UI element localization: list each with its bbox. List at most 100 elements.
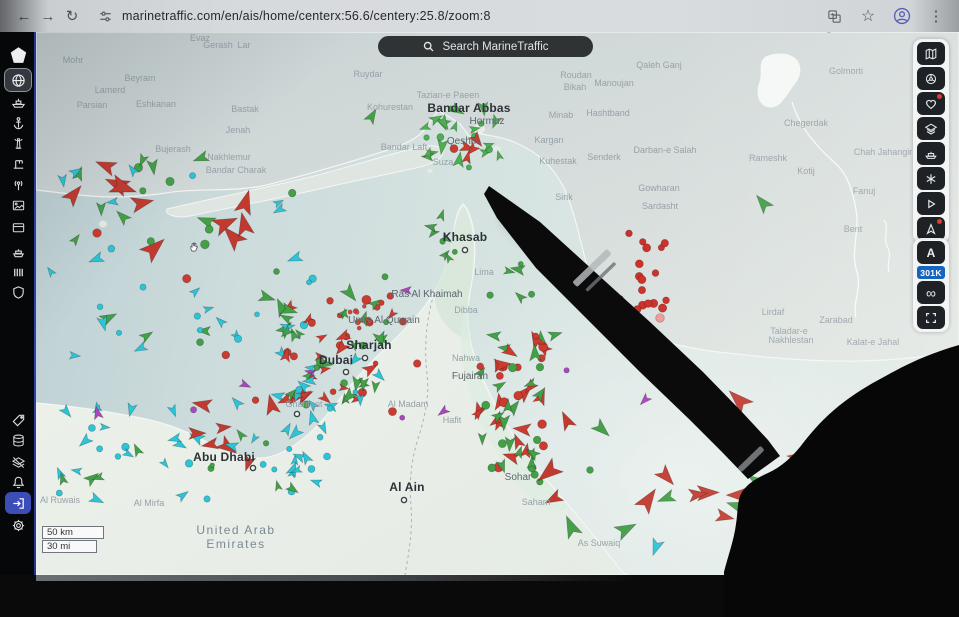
vessel-marker[interactable] — [355, 310, 359, 314]
vessel-marker[interactable] — [197, 327, 203, 333]
fullscreen-button[interactable] — [917, 306, 945, 329]
map-style-button[interactable] — [917, 42, 945, 65]
vessel-marker[interactable] — [308, 465, 315, 472]
vessel-marker[interactable] — [258, 290, 277, 305]
vessel-marker[interactable] — [866, 453, 898, 484]
vessel-marker[interactable] — [239, 379, 252, 391]
sidebar-item-port-crane-icon[interactable] — [5, 152, 31, 174]
vessel-marker[interactable] — [715, 509, 735, 525]
vessel-filters-button[interactable] — [917, 142, 945, 165]
vessel-marker[interactable] — [493, 378, 508, 392]
vessel-marker[interactable] — [93, 229, 102, 238]
vessel-marker[interactable] — [637, 393, 651, 407]
vessel-marker[interactable] — [327, 406, 333, 412]
vessel-marker[interactable] — [252, 397, 259, 404]
vessel-marker[interactable] — [763, 488, 788, 509]
vessel-marker[interactable] — [539, 442, 547, 450]
vessel-marker[interactable] — [630, 312, 638, 320]
vessel-marker[interactable] — [723, 384, 753, 414]
nav-aids-button[interactable] — [917, 67, 945, 90]
vessel-marker[interactable] — [96, 203, 105, 216]
vessel-marker[interactable] — [635, 484, 663, 514]
vessel-marker[interactable] — [197, 339, 204, 346]
sidebar-item-datasets-icon[interactable] — [5, 429, 31, 451]
vessel-marker[interactable] — [818, 466, 844, 488]
vessel-marker[interactable] — [147, 238, 154, 245]
vessel-marker[interactable] — [362, 304, 366, 308]
vessel-marker[interactable] — [638, 286, 645, 293]
vessel-marker[interactable] — [587, 467, 594, 474]
vessel-marker[interactable] — [591, 419, 613, 441]
vessel-marker[interactable] — [263, 440, 269, 446]
vessel-marker[interactable] — [644, 300, 652, 308]
bookmark-star-icon[interactable]: ☆ — [857, 6, 879, 26]
vessel-marker[interactable] — [122, 443, 130, 451]
vessel-marker[interactable] — [341, 380, 348, 387]
vessel-marker[interactable] — [69, 351, 80, 359]
vessel-marker[interactable] — [623, 322, 631, 330]
vessel-marker[interactable] — [400, 415, 405, 420]
vessel-marker[interactable] — [661, 239, 669, 247]
vessel-marker[interactable] — [87, 252, 104, 267]
vessel-marker[interactable] — [216, 421, 232, 433]
vessel-marker[interactable] — [743, 438, 765, 460]
vessel-marker[interactable] — [222, 351, 230, 359]
sidebar-item-photos-icon[interactable] — [5, 194, 31, 216]
vessel-marker[interactable] — [652, 270, 659, 277]
vessel-marker[interactable] — [189, 173, 195, 179]
vessel-marker[interactable] — [97, 446, 103, 452]
marinetraffic-logo-icon[interactable] — [5, 44, 31, 66]
sidebar-item-data-list-icon[interactable] — [5, 261, 31, 283]
vessel-marker[interactable] — [639, 239, 646, 246]
vessel-marker[interactable] — [496, 372, 503, 379]
sidebar-item-tags-icon[interactable] — [5, 409, 31, 431]
vessel-marker[interactable] — [533, 333, 539, 339]
vessel-marker[interactable] — [554, 243, 559, 248]
vessel-marker[interactable] — [845, 476, 863, 496]
vessel-marker[interactable] — [296, 386, 303, 393]
vessel-marker[interactable] — [260, 461, 266, 467]
sidebar-item-lighthouse-icon[interactable] — [5, 132, 31, 154]
weather-button[interactable] — [917, 167, 945, 190]
vessel-marker[interactable] — [635, 260, 643, 268]
vessel-marker[interactable] — [868, 416, 890, 438]
vessel-marker[interactable] — [486, 330, 501, 341]
vessel-marker[interactable] — [548, 266, 561, 281]
vessel-marker[interactable] — [638, 275, 646, 283]
vessel-marker[interactable] — [739, 456, 755, 476]
vessel-marker[interactable] — [780, 468, 795, 489]
vessel-marker[interactable] — [382, 274, 388, 280]
vessel-marker[interactable] — [194, 313, 200, 319]
vessel-marker[interactable] — [466, 165, 471, 170]
vessel-marker[interactable] — [663, 297, 670, 304]
search-bar[interactable]: Search MarineTraffic — [378, 36, 593, 57]
vessel-names-button[interactable]: A — [917, 241, 945, 264]
browser-menu-icon[interactable]: ⋮ — [925, 7, 947, 25]
vessel-marker[interactable] — [45, 265, 56, 277]
map-canvas[interactable]: Ziarat-e MalangEvazGerashLarMohrQaleh Ga… — [36, 32, 959, 575]
vessel-marker[interactable] — [205, 225, 213, 233]
vessel-marker[interactable] — [655, 490, 676, 508]
vessel-marker[interactable] — [203, 304, 214, 313]
vessel-marker[interactable] — [190, 407, 196, 413]
vessel-marker[interactable] — [234, 211, 254, 237]
sidebar-item-cards-icon[interactable] — [5, 216, 31, 238]
vessel-marker[interactable] — [140, 188, 146, 194]
vessel-marker[interactable] — [140, 284, 146, 290]
translate-icon[interactable] — [823, 9, 845, 24]
vessel-marker[interactable] — [132, 342, 147, 356]
vessel-marker[interactable] — [514, 391, 523, 400]
vessel-marker[interactable] — [229, 394, 244, 409]
my-track-button[interactable] — [917, 217, 945, 240]
vessel-marker[interactable] — [726, 486, 751, 503]
vessel-marker[interactable] — [308, 319, 315, 326]
vessel-marker[interactable] — [317, 434, 323, 440]
vessel-marker[interactable] — [528, 291, 534, 297]
browser-reload-button[interactable]: ↻ — [60, 7, 84, 25]
vessel-marker[interactable] — [272, 467, 277, 472]
vessel-marker[interactable] — [116, 330, 121, 335]
vessel-marker[interactable] — [639, 323, 645, 329]
site-info-icon[interactable] — [94, 9, 116, 24]
vessel-marker[interactable] — [288, 189, 296, 197]
vessel-marker[interactable] — [487, 292, 494, 299]
